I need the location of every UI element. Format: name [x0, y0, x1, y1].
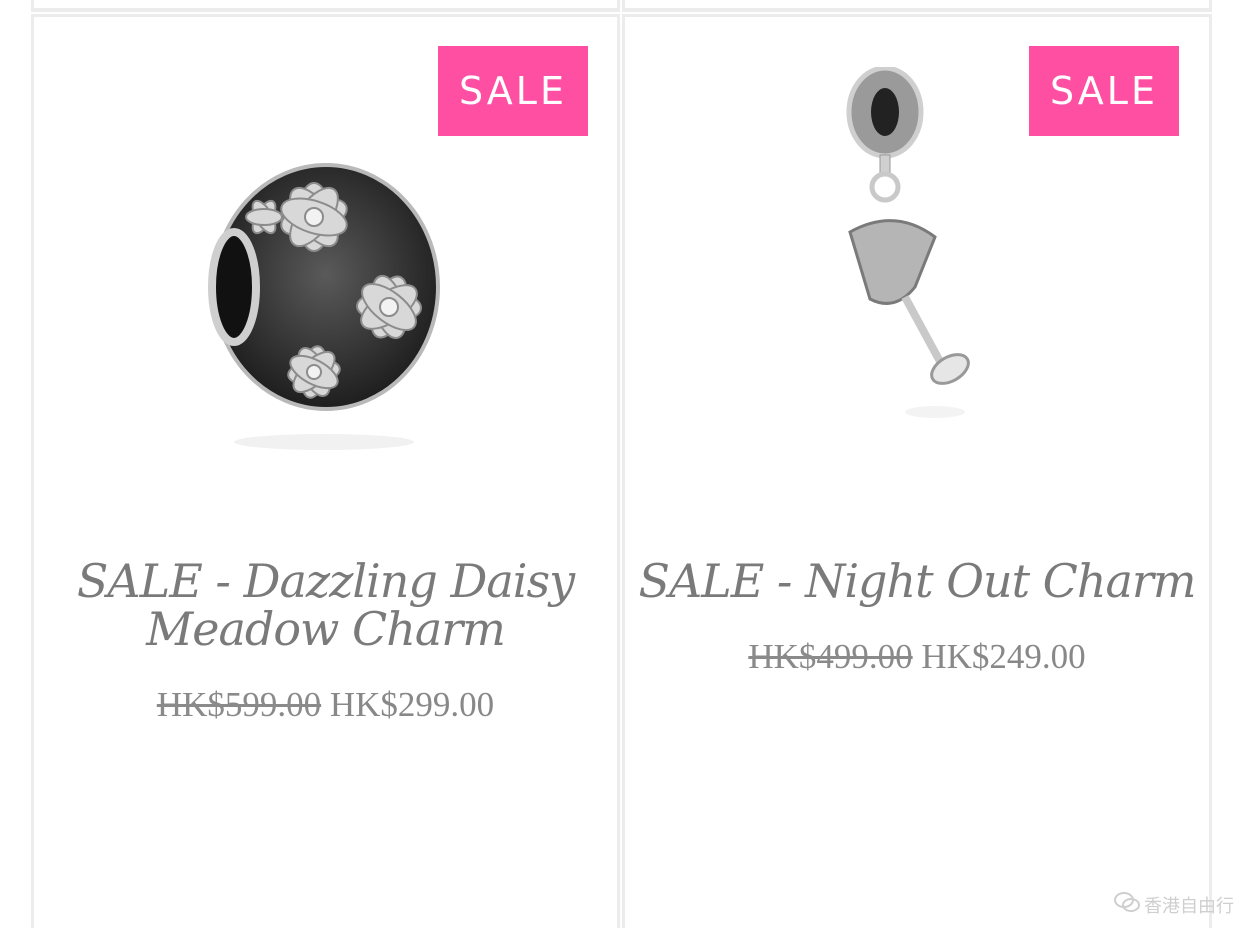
previous-card-bottom	[31, 0, 620, 12]
price-row: HK$499.00 HK$249.00	[625, 637, 1209, 677]
watermark-text: 香港自由行	[1144, 895, 1234, 917]
product-title[interactable]: SALE - Night Out Charm	[625, 557, 1209, 605]
sale-badge: SALE	[1029, 46, 1179, 136]
product-title-line1[interactable]: SALE - Dazzling Daisy	[34, 557, 617, 605]
daisy-charm-image[interactable]	[204, 137, 464, 457]
night-out-charm-image[interactable]	[825, 67, 1025, 427]
original-price: HK$599.00	[156, 685, 322, 724]
wechat-icon	[1114, 891, 1140, 918]
sale-price: HK$249.00	[921, 637, 1086, 676]
product-card-night-out[interactable]: SALE SALE - Night Out Charm HK$499.00 HK…	[622, 14, 1212, 928]
sale-badge: SALE	[438, 46, 588, 136]
watermark: 香港自由行	[1114, 891, 1234, 918]
product-title-line2[interactable]: Meadow Charm	[34, 605, 617, 653]
product-card-dazzling-daisy[interactable]: SALE SALE - Dazzling Daisy Meadow Charm …	[31, 14, 620, 928]
price-row: HK$599.00 HK$299.00	[34, 685, 617, 725]
sale-price: HK$299.00	[329, 685, 495, 724]
original-price: HK$499.00	[748, 637, 913, 676]
previous-card-bottom	[622, 0, 1212, 12]
